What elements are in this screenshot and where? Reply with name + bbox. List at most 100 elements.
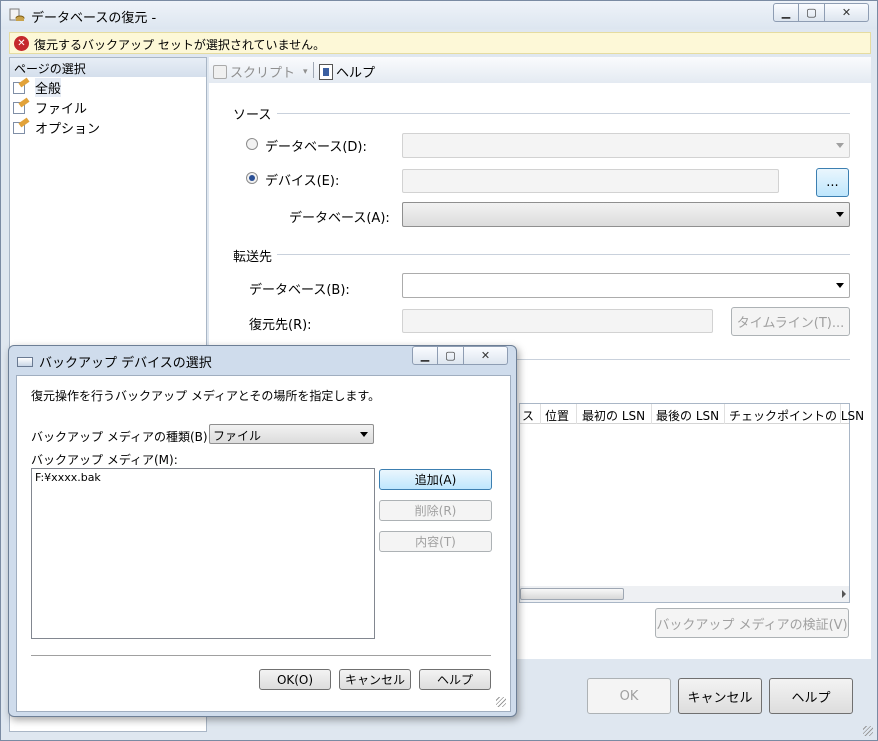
script-icon: [213, 64, 227, 79]
maximize-icon: ▢: [806, 6, 817, 19]
page-item-files[interactable]: ファイル: [13, 97, 88, 117]
page-selector-header: ページの選択: [10, 58, 206, 77]
source-group-label: ソース: [233, 108, 272, 123]
destination-database-label: データベース(B):: [249, 283, 350, 298]
media-type-value: ファイル: [213, 429, 262, 443]
restore-to-field[interactable]: [402, 309, 713, 333]
backup-media-label: バックアップ メディア(M):: [31, 453, 178, 467]
contents-button[interactable]: 内容(T): [379, 531, 492, 552]
close-icon: ✕: [480, 349, 491, 362]
source-db-label: データベース(A):: [289, 211, 390, 226]
maximize-icon: ▢: [445, 349, 456, 362]
dialog-caption-buttons: ▁ ▢ ✕: [412, 346, 508, 365]
chevron-down-icon: [836, 283, 844, 288]
dialog-minimize-button[interactable]: ▁: [412, 346, 438, 365]
remove-button[interactable]: 削除(R): [379, 500, 492, 521]
column-separator: [724, 404, 725, 424]
dialog-separator: [31, 655, 491, 656]
add-button[interactable]: 追加(A): [379, 469, 492, 490]
close-button[interactable]: ✕: [825, 3, 869, 22]
column-header[interactable]: 位置: [545, 407, 569, 424]
page-icon: [13, 97, 30, 114]
help-icon: [319, 63, 333, 80]
dialog-title-bar[interactable]: バックアップ デバイスの選択: [17, 352, 212, 371]
script-button[interactable]: スクリプト ▾: [213, 62, 308, 81]
chevron-down-icon: [360, 432, 368, 437]
destination-group-divider: [277, 254, 850, 255]
column-separator: [540, 404, 541, 424]
verify-backup-media-button[interactable]: バックアップ メディアの検証(V): [655, 608, 849, 638]
window-title: データベースの復元 -: [31, 11, 157, 26]
dialog-cancel-button[interactable]: キャンセル: [339, 669, 411, 690]
column-header[interactable]: チェックポイントの LSN: [729, 407, 864, 424]
minimize-icon: ▁: [420, 349, 430, 362]
select-backup-device-dialog: バックアップ デバイスの選択 ▁ ▢ ✕ 復元操作を行うバックアップ メディアと…: [8, 345, 517, 717]
page-icon: [13, 117, 30, 134]
dialog-body: 復元操作を行うバックアップ メディアとその場所を指定します。 バックアップ メデ…: [16, 375, 511, 712]
resize-grip[interactable]: [863, 726, 873, 736]
source-group-divider: [277, 113, 850, 114]
backup-device-icon: [17, 356, 33, 367]
page-item-options[interactable]: オプション: [13, 117, 101, 137]
media-type-combo[interactable]: ファイル: [209, 424, 374, 444]
dialog-ok-button[interactable]: OK(O): [259, 669, 331, 690]
minimize-button[interactable]: ▁: [773, 3, 799, 22]
dialog-title: バックアップ デバイスの選択: [39, 356, 212, 371]
maximize-button[interactable]: ▢: [799, 3, 825, 22]
source-device-label: デバイス(E):: [265, 174, 340, 189]
source-db-combo[interactable]: [402, 202, 850, 227]
backup-sets-grid[interactable]: ス 位置 最初の LSN 最後の LSN チェックポイントの LSN: [519, 403, 864, 603]
dialog-resize-grip[interactable]: [496, 697, 506, 707]
timeline-button[interactable]: タイムライン(T)...: [731, 307, 850, 336]
source-device-radio[interactable]: [246, 172, 258, 184]
page-item-general[interactable]: 全般: [13, 77, 62, 97]
script-label: スクリプト: [230, 66, 296, 81]
chevron-right-icon[interactable]: [842, 590, 846, 598]
dialog-help-button[interactable]: ヘルプ: [419, 669, 491, 690]
page-item-label: ファイル: [35, 101, 88, 117]
source-database-label: データベース(D):: [265, 140, 367, 155]
source-database-radio[interactable]: [246, 138, 258, 150]
help-button[interactable]: ヘルプ: [319, 62, 375, 81]
dialog-maximize-button[interactable]: ▢: [438, 346, 464, 365]
dialog-close-button[interactable]: ✕: [464, 346, 508, 365]
horizontal-scrollbar[interactable]: [520, 586, 849, 602]
dialog-instruction: 復元操作を行うバックアップ メディアとその場所を指定します。: [31, 389, 381, 403]
column-separator: [651, 404, 652, 424]
toolbar-separator: [313, 62, 314, 78]
help-label: ヘルプ: [336, 66, 376, 81]
title-bar[interactable]: データベースの復元 - ▁ ▢ ✕: [1, 1, 877, 29]
error-message: 復元するバックアップ セットが選択されていません。: [34, 38, 326, 52]
backup-media-list[interactable]: F:¥xxxx.bak: [31, 468, 375, 639]
ok-button[interactable]: OK: [587, 678, 671, 714]
minimize-icon: ▁: [781, 6, 791, 19]
destination-database-combo[interactable]: [402, 273, 850, 298]
media-type-label: バックアップ メディアの種類(B):: [31, 430, 212, 444]
source-database-combo[interactable]: [402, 133, 850, 158]
page-item-label: 全般: [35, 77, 62, 97]
error-message-bar: ✕ 復元するバックアップ セットが選択されていません。: [9, 32, 871, 54]
grid-header: ス 位置 最初の LSN 最後の LSN チェックポイントの LSN: [520, 404, 864, 424]
column-header[interactable]: ス: [522, 407, 534, 424]
error-icon: ✕: [14, 36, 29, 51]
scrollbar-thumb[interactable]: [520, 588, 624, 600]
restore-plan-group-divider: [509, 359, 850, 360]
close-icon: ✕: [841, 6, 852, 19]
destination-group-label: 転送先: [233, 250, 273, 265]
cancel-button[interactable]: キャンセル: [678, 678, 762, 714]
restore-to-label: 復元先(R):: [249, 318, 312, 333]
column-header[interactable]: 最初の LSN: [582, 407, 645, 424]
chevron-down-icon: [836, 212, 844, 217]
browse-device-button[interactable]: ...: [816, 168, 849, 197]
column-separator: [576, 404, 577, 424]
page-item-label: オプション: [35, 121, 101, 137]
window-caption-buttons: ▁ ▢ ✕: [773, 3, 869, 22]
source-device-field[interactable]: [402, 169, 779, 193]
page-icon: [13, 77, 30, 94]
chevron-down-icon: [836, 143, 844, 148]
chevron-down-icon: ▾: [303, 66, 308, 77]
column-header[interactable]: 最後の LSN: [656, 407, 719, 424]
list-item[interactable]: F:¥xxxx.bak: [35, 471, 101, 484]
help-button-bottom[interactable]: ヘルプ: [769, 678, 853, 714]
restore-database-icon: [9, 7, 25, 23]
